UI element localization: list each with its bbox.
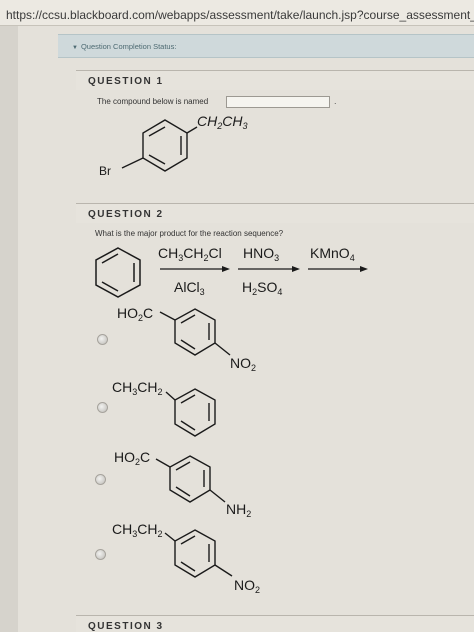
question-1-period: . bbox=[334, 96, 337, 106]
option-a-radio[interactable] bbox=[97, 334, 108, 345]
question-3-header: QUESTION 3 bbox=[76, 615, 474, 632]
question-1-prompt-text: The compound below is named bbox=[97, 97, 209, 106]
completion-status-label: Question Completion Status: bbox=[80, 42, 177, 51]
question-completion-status[interactable]: ▼ Question Completion Status: bbox=[58, 34, 474, 58]
question-1-header: QUESTION 1 bbox=[76, 70, 474, 90]
option-b-radio[interactable] bbox=[97, 402, 108, 413]
option-c-radio[interactable] bbox=[95, 474, 106, 485]
question-2-prompt-text: What is the major product for the reacti… bbox=[95, 229, 284, 238]
url-text: https://ccsu.blackboard.com/webapps/asse… bbox=[6, 8, 474, 22]
question-1-answer-input[interactable] bbox=[226, 96, 330, 108]
question-2-prompt: What is the major product for the reacti… bbox=[95, 229, 283, 238]
question-1-title: QUESTION 1 bbox=[88, 76, 164, 87]
option-d-radio[interactable] bbox=[95, 549, 106, 560]
question-2-title: QUESTION 2 bbox=[88, 209, 164, 220]
question-2-header: QUESTION 2 bbox=[76, 203, 474, 223]
collapse-toggle-icon[interactable]: ▼ bbox=[72, 45, 78, 51]
question-1-prompt: The compound below is named bbox=[97, 97, 208, 106]
assessment-page bbox=[18, 26, 474, 632]
question-3-title: QUESTION 3 bbox=[88, 621, 164, 632]
browser-url-bar[interactable]: https://ccsu.blackboard.com/webapps/asse… bbox=[0, 0, 474, 26]
